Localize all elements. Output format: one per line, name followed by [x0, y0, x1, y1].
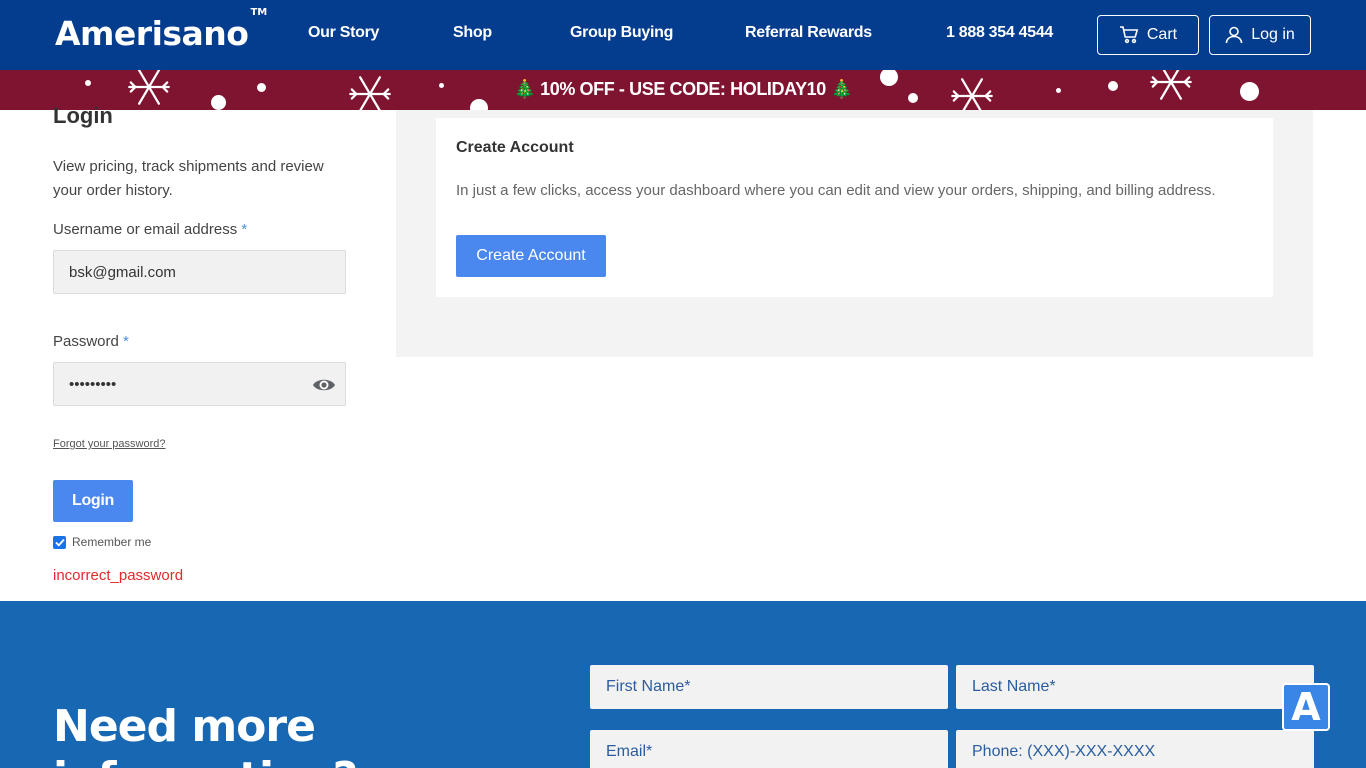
- username-label-text: Username or email address: [53, 221, 238, 238]
- remember-me-checkbox[interactable]: [53, 535, 66, 549]
- logo-text: Amerisano: [55, 14, 249, 53]
- create-account-title: Create Account: [456, 139, 574, 156]
- login-intro-text: View pricing, track shipments and review…: [53, 158, 324, 199]
- first-name-input[interactable]: [590, 665, 948, 709]
- required-mark: *: [123, 333, 129, 350]
- username-input[interactable]: [53, 250, 346, 294]
- amerisano-logo[interactable]: AmerisanoTM: [55, 7, 267, 53]
- checkmark-icon: [54, 538, 65, 547]
- nav-our-story[interactable]: Our Story: [308, 24, 379, 42]
- last-name-input[interactable]: [956, 665, 1314, 709]
- password-label-text: Password: [53, 333, 119, 350]
- promo-banner: 🎄 10% OFF - USE CODE: HOLIDAY10 🎄: [0, 70, 1366, 110]
- login-header-button[interactable]: Log in: [1209, 15, 1311, 55]
- email-input[interactable]: [590, 730, 948, 768]
- login-error-message: incorrect_password: [53, 567, 184, 584]
- phone-input[interactable]: [956, 730, 1314, 768]
- user-icon: [1225, 26, 1243, 44]
- remember-me: Remember me: [53, 535, 151, 549]
- required-mark: *: [241, 221, 248, 238]
- create-account-button[interactable]: Create Account: [456, 235, 606, 277]
- contact-heading: Need more information?: [53, 701, 358, 768]
- site-header: AmerisanoTM Our Story Shop Group Buying …: [0, 0, 1366, 70]
- password-label: Password *: [53, 333, 129, 350]
- accessibility-widget-button[interactable]: A: [1282, 683, 1330, 731]
- cart-icon: [1119, 26, 1139, 44]
- promo-code-text: 🎄 10% OFF - USE CODE: HOLIDAY10 🎄: [513, 79, 853, 99]
- nav-shop[interactable]: Shop: [453, 24, 492, 42]
- create-account-description: In just a few clicks, access your dashbo…: [456, 182, 1216, 199]
- header-phone-link[interactable]: 1 888 354 4544: [946, 24, 1053, 42]
- login-button[interactable]: Login: [53, 480, 133, 522]
- cart-label: Cart: [1146, 26, 1178, 43]
- cart-button[interactable]: Cart: [1097, 15, 1199, 55]
- forgot-password-link[interactable]: Forgot your password?: [53, 438, 166, 450]
- remember-me-label: Remember me: [72, 535, 152, 549]
- snow-dot: [470, 99, 488, 110]
- eye-icon[interactable]: [312, 375, 336, 395]
- nav-group-buying[interactable]: Group Buying: [570, 24, 673, 42]
- username-label: Username or email address *: [53, 221, 247, 238]
- login-title: Login: [53, 103, 113, 128]
- logo-trademark: TM: [250, 7, 268, 18]
- nav-referral-rewards[interactable]: Referral Rewards: [745, 24, 872, 42]
- password-input[interactable]: [53, 362, 346, 406]
- login-header-label: Log in: [1251, 26, 1295, 43]
